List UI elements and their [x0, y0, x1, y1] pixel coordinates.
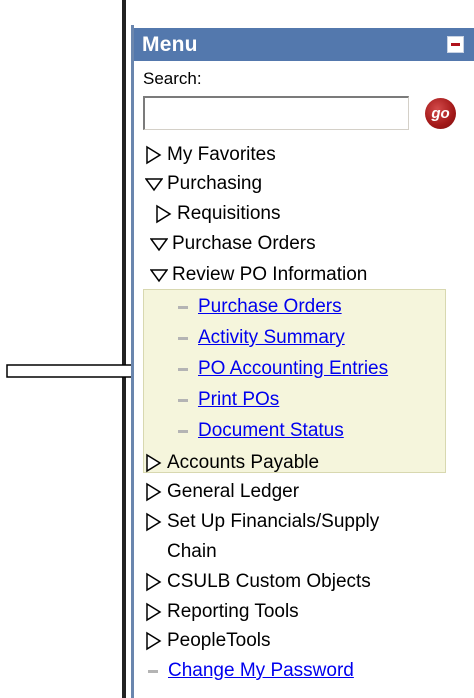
triangle-right-icon [145, 602, 163, 622]
menu-item-label: Purchasing [167, 173, 263, 194]
triangle-down-icon [150, 265, 168, 285]
triangle-right-icon [145, 631, 163, 651]
go-button-label: go [431, 105, 450, 122]
menu-item-set-up-financials-continued[interactable]: Chain [167, 541, 217, 563]
menu-item-label: PeopleTools [167, 630, 271, 651]
triangle-right-icon [145, 145, 163, 165]
menu-item-requisitions[interactable]: Requisitions [155, 203, 281, 225]
menu-item-label: Reporting Tools [167, 601, 299, 622]
triangle-right-icon [145, 453, 163, 473]
menu-item-csulb-custom-objects[interactable]: CSULB Custom Objects [145, 571, 371, 593]
triangle-right-icon [145, 482, 163, 502]
menu-item-label: Purchase Orders [172, 233, 316, 254]
triangle-down-icon [150, 234, 168, 254]
dash-icon [178, 398, 188, 402]
menu-item-label: Set Up Financials/Supply [167, 511, 380, 532]
go-button[interactable]: go [425, 98, 456, 129]
link-label[interactable]: Document Status [198, 420, 344, 442]
triangle-right-icon [155, 204, 173, 224]
link-label[interactable]: PO Accounting Entries [198, 358, 388, 380]
link-activity-summary[interactable]: Activity Summary [178, 327, 345, 349]
link-po-accounting-entries[interactable]: PO Accounting Entries [178, 358, 388, 380]
menu-item-label: General Ledger [167, 481, 300, 502]
menu-item-general-ledger[interactable]: General Ledger [145, 481, 299, 503]
menu-item-label: CSULB Custom Objects [167, 571, 371, 592]
link-document-status[interactable]: Document Status [178, 420, 344, 442]
link-label[interactable]: Purchase Orders [198, 296, 342, 318]
link-label[interactable]: Print POs [198, 389, 279, 411]
menu-item-label: Accounts Payable [167, 452, 320, 473]
triangle-right-icon [145, 572, 163, 592]
menu-item-my-favorites[interactable]: My Favorites [145, 144, 276, 166]
triangle-right-icon [145, 512, 163, 532]
menu-item-reporting-tools[interactable]: Reporting Tools [145, 601, 299, 623]
menu-item-peopletools[interactable]: PeopleTools [145, 630, 271, 652]
menu-item-purchasing[interactable]: Purchasing [145, 173, 262, 195]
dash-icon [178, 336, 188, 340]
page-divider [122, 0, 126, 698]
menu-item-review-po-information[interactable]: Review PO Information [150, 264, 367, 286]
menu-item-accounts-payable[interactable]: Accounts Payable [145, 452, 319, 474]
search-label: Search: [143, 69, 202, 88]
dash-icon [148, 669, 158, 673]
menu-item-label: Chain [167, 541, 217, 562]
link-label[interactable]: Activity Summary [198, 327, 345, 349]
dash-icon [178, 305, 188, 309]
menu-item-label: Requisitions [177, 203, 281, 224]
link-print-pos[interactable]: Print POs [178, 389, 279, 411]
link-purchase-orders[interactable]: Purchase Orders [178, 296, 342, 318]
menu-item-label: Review PO Information [172, 264, 368, 285]
menu-title: Menu [142, 32, 198, 56]
menu-header: Menu [134, 28, 474, 61]
menu-item-set-up-financials[interactable]: Set Up Financials/Supply [145, 511, 379, 533]
triangle-down-icon [145, 174, 163, 194]
search-input[interactable] [143, 96, 409, 130]
dash-icon [178, 429, 188, 433]
dash-icon [178, 367, 188, 371]
menu-item-purchase-orders[interactable]: Purchase Orders [150, 233, 316, 255]
menu-item-label: My Favorites [167, 144, 276, 165]
link-label[interactable]: Change My Password [168, 660, 354, 682]
minus-icon[interactable] [447, 36, 464, 53]
link-change-my-password[interactable]: Change My Password [148, 660, 354, 682]
menu-panel: Menu Search: go My Favorites Purchasing … [131, 25, 474, 698]
